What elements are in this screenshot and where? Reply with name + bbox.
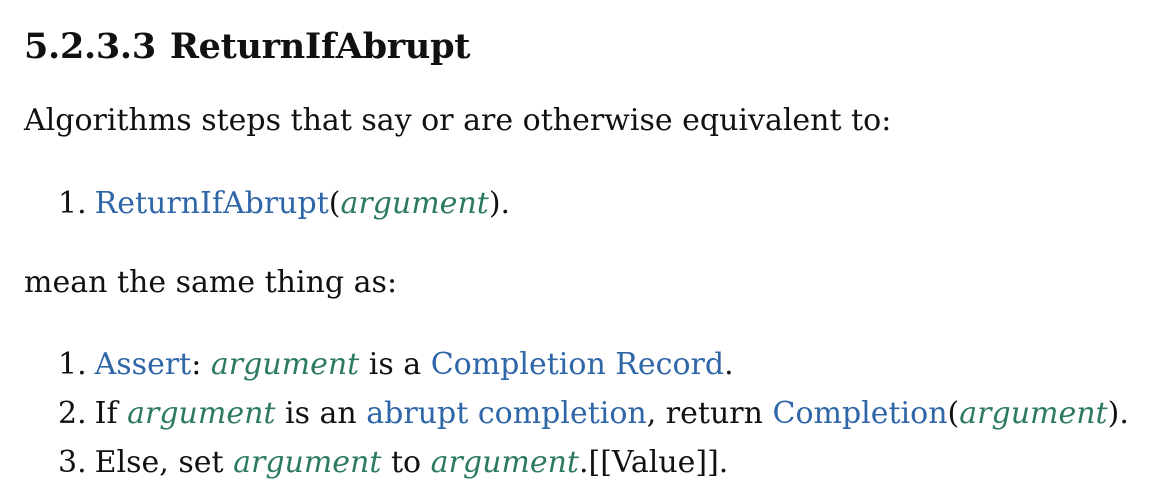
section-title: ReturnIfAbrupt	[169, 26, 471, 67]
step-text: , return	[646, 396, 773, 431]
step-text: .	[724, 347, 734, 382]
abrupt-completion-link[interactable]: abrupt completion	[366, 396, 646, 431]
completion-link[interactable]: Completion	[772, 396, 947, 431]
close-paren: ).	[488, 186, 511, 221]
step-number: 1.	[58, 347, 87, 382]
step-text: to	[381, 445, 431, 480]
argument-var: argument	[430, 445, 579, 480]
step-text: :	[191, 347, 211, 382]
assert-link[interactable]: Assert	[95, 347, 192, 382]
algorithm-step: 2. If argument is an abrupt completion, r…	[58, 389, 1129, 438]
step-number: 3.	[58, 445, 87, 480]
example-algorithm: 1. ReturnIfAbrupt(argument).	[58, 179, 510, 228]
meaning-paragraph: mean the same thing as:	[24, 265, 398, 300]
spec-section: 5.2.3.3 ReturnIfAbrupt Algorithms steps t…	[0, 0, 1160, 502]
section-heading: 5.2.3.3 ReturnIfAbrupt	[24, 26, 470, 67]
step-text: ).	[1107, 396, 1129, 431]
step-text: is an	[275, 396, 367, 431]
section-number: 5.2.3.3	[24, 26, 156, 67]
argument-var: argument	[127, 396, 276, 431]
argument-var: argument	[210, 347, 360, 382]
algorithm-step: 1. Assert: argument is a Completion Recor…	[58, 340, 1129, 389]
step-text: .[[Value]].	[578, 445, 729, 480]
argument-var: argument	[959, 396, 1108, 431]
algorithm-step: 3. Else, set argument to argument.[[Value…	[58, 438, 1129, 487]
intro-paragraph: Algorithms steps that say or are otherwi…	[24, 103, 892, 138]
returnifabrupt-link[interactable]: ReturnIfAbrupt	[95, 186, 329, 221]
argument-var: argument	[233, 445, 382, 480]
step-text: is a	[359, 347, 431, 382]
step-number: 2.	[58, 396, 87, 431]
open-paren: (	[328, 186, 341, 221]
step-text: (	[947, 396, 960, 431]
step-text: Else, set	[94, 445, 234, 480]
step-number: 1.	[58, 186, 87, 221]
expanded-algorithm: 1. Assert: argument is a Completion Recor…	[58, 340, 1129, 487]
argument-var: argument	[340, 186, 489, 221]
step-text: If	[94, 396, 128, 431]
completion-record-link[interactable]: Completion Record	[431, 347, 724, 382]
algorithm-step: 1. ReturnIfAbrupt(argument).	[58, 179, 510, 228]
